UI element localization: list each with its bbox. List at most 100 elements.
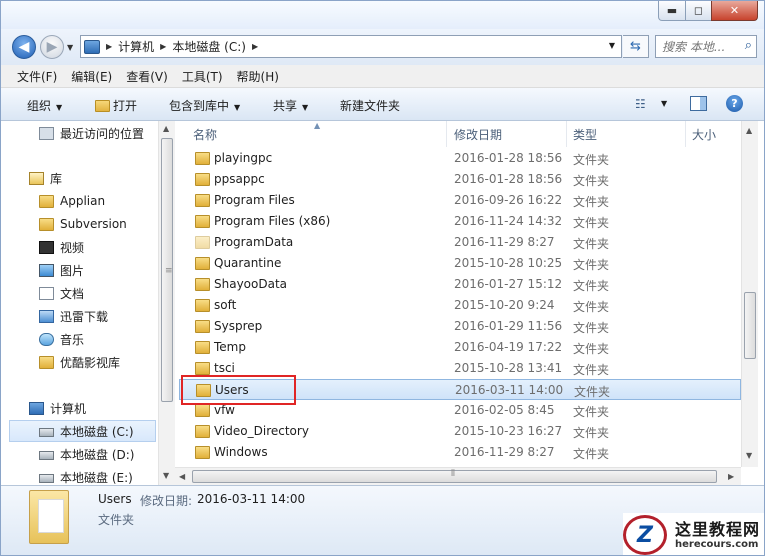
music-icon [39, 332, 54, 346]
file-list: 名称 ▲ 修改日期 类型 大小 playingpc 2016-01-28 18:5… [175, 121, 741, 467]
folder-icon [39, 355, 54, 369]
recent-pages-dropdown[interactable]: ▼ [67, 43, 73, 52]
nav-libraries[interactable]: 库 [9, 167, 156, 189]
table-row[interactable]: ppsappc 2016-01-28 18:56 文件夹 [179, 169, 741, 190]
menu-bar: 文件(F) 编辑(E) 查看(V) 工具(T) 帮助(H) [1, 65, 764, 88]
nav-label: 最近访问的位置 [60, 126, 145, 141]
table-row[interactable]: ShayooData 2016-01-27 15:12 文件夹 [179, 274, 741, 295]
drive-icon [39, 473, 54, 483]
back-button[interactable]: ◀ [12, 35, 36, 59]
nav-computer[interactable]: 计算机 [9, 397, 156, 419]
menu-view[interactable]: 查看(V) [126, 68, 168, 85]
horizontal-scroll-thumb[interactable]: ⦀ [192, 469, 717, 483]
view-options-icon[interactable]: ☷ [635, 97, 646, 111]
nav-scroll-thumb[interactable]: ≡ [161, 138, 173, 402]
nav-label: Subversion [60, 217, 127, 231]
nav-documents[interactable]: 文档 [9, 282, 156, 304]
nav-youku-library[interactable]: 优酷影视库 [9, 351, 156, 373]
watermark-title: 这里教程网 [675, 520, 761, 539]
nav-pictures[interactable]: 图片 [9, 259, 156, 281]
preview-pane-icon[interactable] [690, 96, 707, 111]
nav-label: 计算机 [50, 401, 87, 416]
breadcrumb-separator-icon[interactable]: ▶ [252, 42, 258, 51]
table-row[interactable]: ProgramData 2016-11-29 8:27 文件夹 [179, 232, 741, 253]
scroll-down-icon[interactable]: ▼ [163, 471, 169, 480]
search-input[interactable] [662, 39, 742, 54]
breadcrumb-computer[interactable]: 计算机 [118, 38, 154, 55]
file-name: ShayooData [214, 277, 288, 291]
maximize-button[interactable]: ◻ [685, 1, 712, 21]
highlight-annotation-box [181, 375, 296, 405]
document-icon [39, 286, 54, 300]
folder-icon [195, 320, 210, 333]
details-modified-value: 2016-03-11 14:00 [197, 492, 306, 506]
table-row[interactable]: playingpc 2016-01-28 18:56 文件夹 [179, 148, 741, 169]
nav-videos[interactable]: 视频 [9, 236, 156, 258]
scroll-up-icon[interactable]: ▲ [746, 126, 752, 135]
table-row[interactable]: Windows 2016-11-29 8:27 文件夹 [179, 442, 741, 463]
forward-button[interactable]: ▶ [40, 35, 64, 59]
breadcrumb-separator-icon[interactable]: ▶ [160, 42, 166, 51]
nav-drive-c[interactable]: 本地磁盘 (C:) [9, 420, 156, 442]
table-row[interactable]: Program Files 2016-09-26 16:22 文件夹 [179, 190, 741, 211]
close-button[interactable]: ✕ [711, 1, 758, 21]
nav-scrollbar[interactable]: ▲ ≡ ▼ [158, 121, 175, 485]
scroll-left-icon[interactable]: ◀ [179, 472, 185, 481]
nav-recent-places[interactable]: 最近访问的位置 [9, 122, 156, 144]
share-button[interactable]: 共享 ▼ [273, 97, 308, 114]
search-icon[interactable]: ⌕ [745, 38, 752, 53]
table-row[interactable]: Temp 2016-04-19 17:22 文件夹 [179, 337, 741, 358]
table-row[interactable]: Quarantine 2015-10-28 10:25 文件夹 [179, 253, 741, 274]
nav-subversion[interactable]: Subversion [9, 213, 156, 235]
chevron-down-icon[interactable]: ▼ [661, 99, 667, 108]
include-in-library-button[interactable]: 包含到库中 ▼ [169, 97, 240, 114]
file-date: 2016-11-24 14:32 [454, 214, 563, 228]
folder-icon [195, 299, 210, 312]
download-icon [39, 309, 54, 323]
table-row[interactable]: Video_Directory 2015-10-23 16:27 文件夹 [179, 421, 741, 442]
vertical-scroll-thumb[interactable]: ≡ [744, 292, 756, 499]
nav-drive-e[interactable]: 本地磁盘 (E:) [9, 466, 156, 485]
refresh-button[interactable]: ⇆ [623, 35, 649, 58]
menu-file[interactable]: 文件(F) [17, 68, 57, 85]
open-button[interactable]: 打开 [95, 97, 137, 114]
search-box[interactable]: ⌕ [655, 35, 757, 58]
file-list-vertical-scrollbar[interactable]: ▲ ≡ ▼ [741, 121, 758, 499]
file-date: 2016-03-11 14:00 [455, 383, 564, 397]
minimize-button[interactable]: ▬ [658, 1, 686, 21]
address-dropdown-icon[interactable]: ▼ [609, 41, 615, 50]
column-header-date[interactable]: 修改日期 [447, 121, 567, 147]
help-icon[interactable]: ? [726, 95, 743, 112]
menu-tools[interactable]: 工具(T) [182, 68, 223, 85]
scroll-right-icon[interactable]: ▶ [728, 472, 734, 481]
table-row[interactable]: soft 2015-10-20 9:24 文件夹 [179, 295, 741, 316]
table-row[interactable]: Sysprep 2016-01-29 11:56 文件夹 [179, 316, 741, 337]
file-type: 文件夹 [573, 321, 610, 335]
arrow-right-icon: ▶ [46, 39, 58, 55]
file-name: Quarantine [214, 256, 282, 270]
scroll-up-icon[interactable]: ▲ [163, 124, 169, 133]
file-type: 文件夹 [573, 216, 610, 230]
nav-music[interactable]: 音乐 [9, 328, 156, 350]
column-header-size[interactable]: 大小 [686, 121, 741, 147]
column-header-type[interactable]: 类型 [567, 121, 686, 147]
file-date: 2016-01-29 11:56 [454, 319, 563, 333]
table-row[interactable]: Program Files (x86) 2016-11-24 14:32 文件夹 [179, 211, 741, 232]
nav-thunder-downloads[interactable]: 迅雷下载 [9, 305, 156, 327]
file-type: 文件夹 [573, 342, 610, 356]
nav-drive-d[interactable]: 本地磁盘 (D:) [9, 443, 156, 465]
new-folder-button[interactable]: 新建文件夹 [340, 97, 400, 114]
breadcrumb-separator-icon[interactable]: ▶ [106, 42, 112, 51]
scroll-down-icon[interactable]: ▼ [746, 451, 752, 460]
file-list-horizontal-scrollbar[interactable]: ◀ ⦀ ▶ [175, 467, 741, 485]
menu-edit[interactable]: 编辑(E) [71, 68, 112, 85]
folder-icon [195, 425, 210, 438]
nav-applian[interactable]: Applian [9, 190, 156, 212]
menu-help[interactable]: 帮助(H) [237, 68, 279, 85]
file-name: Windows [214, 445, 268, 459]
address-bar[interactable]: ▶ 计算机 ▶ 本地磁盘 (C:) ▶ ▼ [80, 35, 622, 58]
nav-label: 本地磁盘 (D:) [60, 447, 135, 462]
column-header-name[interactable]: 名称 [175, 121, 447, 147]
breadcrumb-drive-c[interactable]: 本地磁盘 (C:) [172, 38, 246, 55]
organize-button[interactable]: 组织 ▼ [27, 97, 62, 114]
